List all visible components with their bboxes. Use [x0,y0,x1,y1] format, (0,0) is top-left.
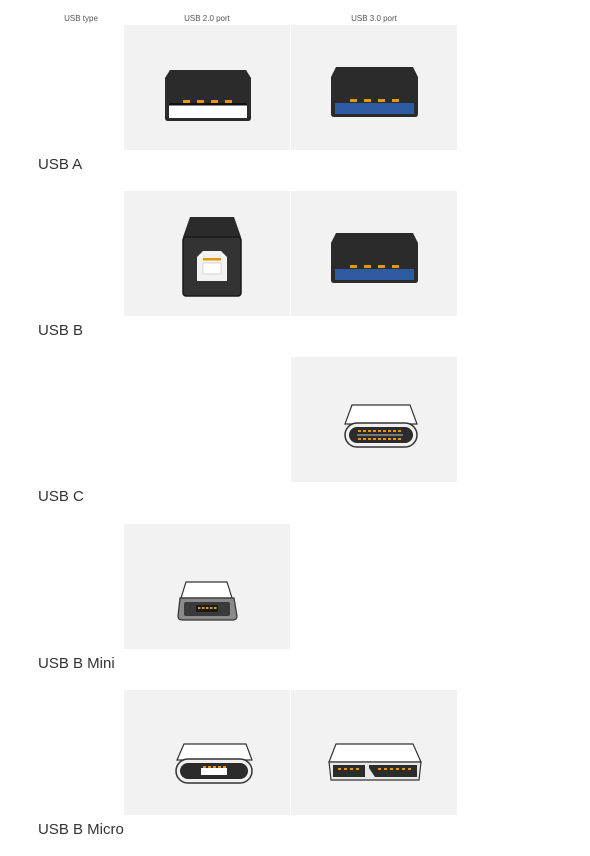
usb-micro-b-3-0-connector-icon [328,743,422,781]
row-usb-b-mini: USB B Mini [0,524,590,690]
tile-usb-b-3-0 [291,191,457,316]
usb-b-2-0-connector-icon [182,217,242,297]
usb-a-2-0-connector-icon [165,70,251,121]
usb-mini-b-connector-icon [177,581,238,621]
tile-usb-a-3-0 [291,25,457,150]
usb-a-3-0-connector-icon [331,67,418,117]
column-header-usb-type: USB type [64,14,98,23]
row-usb-b-micro: USB B Micro [0,690,590,856]
row-label-usb-b: USB B [38,322,84,339]
row-usb-c: USB C [0,357,590,523]
tile-usb-b-micro-3-0 [291,690,457,815]
tile-usb-b-mini-2-0 [124,524,290,649]
tile-usb-b-micro-2-0 [124,690,290,815]
row-usb-b: USB B [0,191,590,357]
row-label-usb-b-micro: USB B Micro [38,821,124,838]
row-label-usb-a: USB A [38,156,83,173]
row-label-usb-b-mini: USB B Mini [38,655,115,672]
tile-usb-b-2-0 [124,191,290,316]
usb-c-connector-icon [344,404,418,448]
column-header-usb-2-0: USB 2.0 port [184,14,230,23]
column-header-usb-3-0: USB 3.0 port [351,14,397,23]
row-label-usb-c: USB C [38,488,84,505]
tile-usb-c-3-0 [291,357,457,482]
tile-usb-a-2-0 [124,25,290,150]
usb-micro-b-connector-icon [175,743,253,784]
usb-a-3-0-connector-icon [331,233,418,283]
row-usb-a: USB A [0,25,590,191]
